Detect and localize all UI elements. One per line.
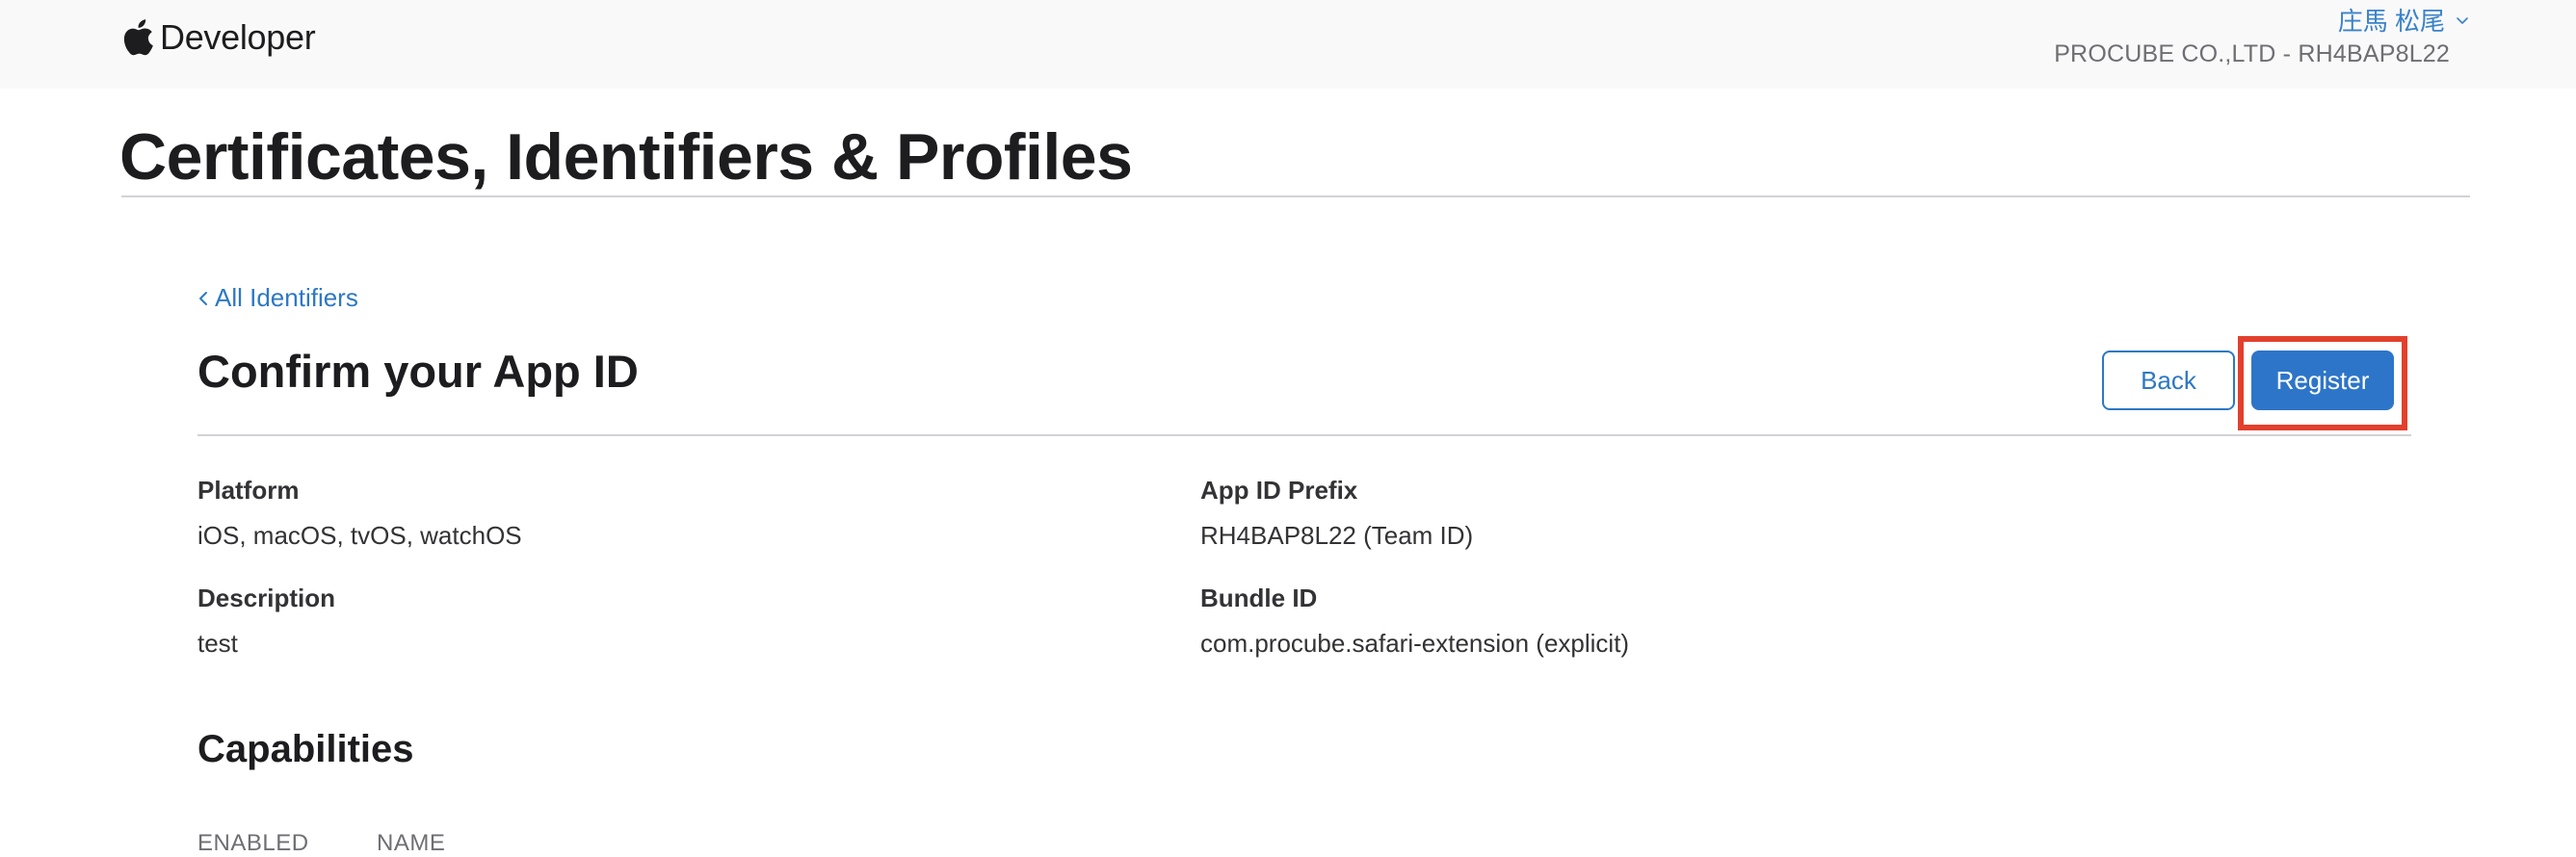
- enabled-column-header: ENABLED: [197, 830, 309, 856]
- user-name: 庄馬 松尾: [2337, 7, 2445, 36]
- page-title: Certificates, Identifiers & Profiles: [119, 120, 1133, 194]
- chevron-down-icon: [2455, 13, 2470, 28]
- title-divider: [121, 195, 2470, 197]
- all-identifiers-link[interactable]: All Identifiers: [197, 283, 358, 313]
- platform-label: Platform: [197, 476, 300, 505]
- developer-brand-link[interactable]: Developer: [121, 13, 316, 62]
- app-id-prefix-label: App ID Prefix: [1200, 476, 1358, 505]
- global-header: Developer 庄馬 松尾 PROCUBE CO.,LTD - RH4BAP…: [0, 0, 2576, 89]
- back-button[interactable]: Back: [2102, 351, 2235, 410]
- chevron-left-icon: [197, 290, 209, 307]
- platform-value: iOS, macOS, tvOS, watchOS: [197, 521, 522, 550]
- description-label: Description: [197, 584, 336, 612]
- brand-label: Developer: [160, 17, 316, 57]
- apple-logo-icon: [121, 16, 156, 59]
- capabilities-heading: Capabilities: [197, 728, 414, 770]
- app-id-prefix-value: RH4BAP8L22 (Team ID): [1200, 521, 1474, 550]
- bundle-id-value: com.procube.safari-extension (explicit): [1200, 629, 1630, 658]
- team-label: PROCUBE CO.,LTD - RH4BAP8L22: [2054, 40, 2450, 67]
- register-button[interactable]: Register: [2251, 351, 2394, 410]
- description-value: test: [197, 629, 238, 658]
- bundle-id-label: Bundle ID: [1200, 584, 1318, 612]
- name-column-header: NAME: [377, 830, 446, 856]
- all-identifiers-label: All Identifiers: [215, 283, 358, 312]
- user-menu[interactable]: 庄馬 松尾: [2338, 2, 2470, 38]
- confirm-app-id-heading: Confirm your App ID: [197, 346, 639, 397]
- content-divider: [197, 434, 2411, 436]
